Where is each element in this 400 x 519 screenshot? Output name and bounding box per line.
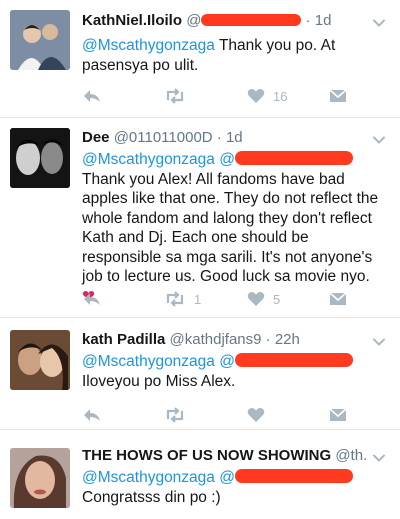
avatar-image [10,10,70,70]
tweet[interactable]: KathNiel.Iloilo @ · 1d @Mscathygonzaga T… [0,0,400,118]
tweet-actions: 1 5 [82,289,382,309]
display-name[interactable]: KathNiel.Iloilo [82,12,182,29]
reply-button[interactable] [82,289,102,309]
display-name[interactable]: Dee [82,129,110,146]
tweet-header: kath Padilla @kathdjfans9 · 22h [82,330,368,350]
display-name[interactable]: THE HOWS OF US NOW SHOWING [82,447,331,464]
username[interactable]: @th... [335,447,368,464]
direct-message-button[interactable] [329,86,347,106]
reply-icon [84,90,100,102]
heart-icon [247,408,265,422]
redaction-mark [234,353,353,368]
tweet-text: @Mscathygonzaga @ Congratsss din po :) [82,468,382,507]
avatar[interactable] [10,330,70,390]
retweet-icon [166,291,184,307]
direct-message-icon [329,292,347,305]
tweet-actions: 16 [82,86,382,106]
mention-link[interactable]: @Mscathygonzaga [82,469,215,486]
tweet-header: THE HOWS OF US NOW SHOWING @th... · 1d [82,446,368,466]
username[interactable]: @ [186,12,201,29]
tweet-actions [82,405,382,425]
chevron-down-icon[interactable] [372,16,386,30]
tweet-header: KathNiel.Iloilo @ · 1d [82,11,368,31]
tweet[interactable]: THE HOWS OF US NOW SHOWING @th... · 1d @… [0,430,400,519]
tweet[interactable]: Dee @011011000D · 1d @Mscathygonzaga @ T… [0,118,400,318]
mention-link[interactable]: @Mscathygonzaga [82,353,215,370]
tweet-text: @Mscathygonzaga @ Iloveyou po Miss Alex. [82,352,382,391]
reply-button[interactable] [82,405,102,425]
avatar-image [10,128,70,188]
tweet-body: Congratsss din po :) [82,488,221,506]
direct-message-button[interactable] [329,405,347,425]
retweet-button[interactable]: 1 [164,289,201,309]
username[interactable]: @kathdjfans9 [170,331,262,348]
like-button[interactable]: 16 [247,86,287,106]
chevron-down-icon[interactable] [372,451,386,465]
chevron-down-icon[interactable] [372,335,386,349]
tweet-body: Thank you Alex! All fandoms have bad app… [82,170,379,286]
heart-icon [247,89,265,103]
retweet-count: 1 [194,291,202,307]
mention-link[interactable]: @Mscathygonzaga [82,151,215,168]
display-name[interactable]: kath Padilla [82,331,165,348]
reply-icon [84,293,100,305]
avatar-image [10,448,70,508]
like-button[interactable]: 5 [247,289,280,309]
tweet-body: Iloveyou po Miss Alex. [82,372,236,390]
timestamp[interactable]: 1d [226,129,243,146]
avatar-image [10,330,70,390]
mention-link[interactable]: @ [219,151,235,168]
retweet-icon [166,88,184,104]
retweet-button[interactable] [164,405,186,425]
avatar[interactable] [10,128,70,188]
heart-icon [247,292,265,306]
like-count: 5 [273,291,281,307]
direct-message-icon [329,89,347,102]
timestamp[interactable]: 1d [315,12,332,29]
chevron-down-icon[interactable] [372,133,386,147]
separator-dot: · [216,129,222,146]
retweet-icon [166,407,184,423]
retweet-button[interactable] [164,86,186,106]
avatar[interactable] [10,448,70,508]
mention-link[interactable]: @ [219,353,235,370]
mention-link[interactable]: @Mscathygonzaga [82,37,215,54]
avatar[interactable] [10,10,70,70]
redaction-mark [234,151,353,166]
reply-icon [84,409,100,421]
mention-link[interactable]: @ [219,469,235,486]
timestamp[interactable]: 22h [275,331,300,348]
redaction-mark [234,469,353,484]
reply-button[interactable] [82,86,102,106]
tweet[interactable]: kath Padilla @kathdjfans9 · 22h @Mscathy… [0,318,400,430]
direct-message-icon [329,408,347,421]
tweet-text: @Mscathygonzaga Thank you po. At pasensy… [82,36,382,75]
username[interactable]: @011011000D [114,129,213,146]
redaction-mark [201,14,302,27]
like-button[interactable] [247,405,265,425]
separator-dot: · [305,12,311,29]
like-count: 16 [273,88,288,104]
tweet-text: @Mscathygonzaga @ Thank you Alex! All fa… [82,150,382,306]
separator-dot: · [265,331,271,348]
tweet-header: Dee @011011000D · 1d [82,128,368,148]
direct-message-button[interactable] [329,289,347,309]
